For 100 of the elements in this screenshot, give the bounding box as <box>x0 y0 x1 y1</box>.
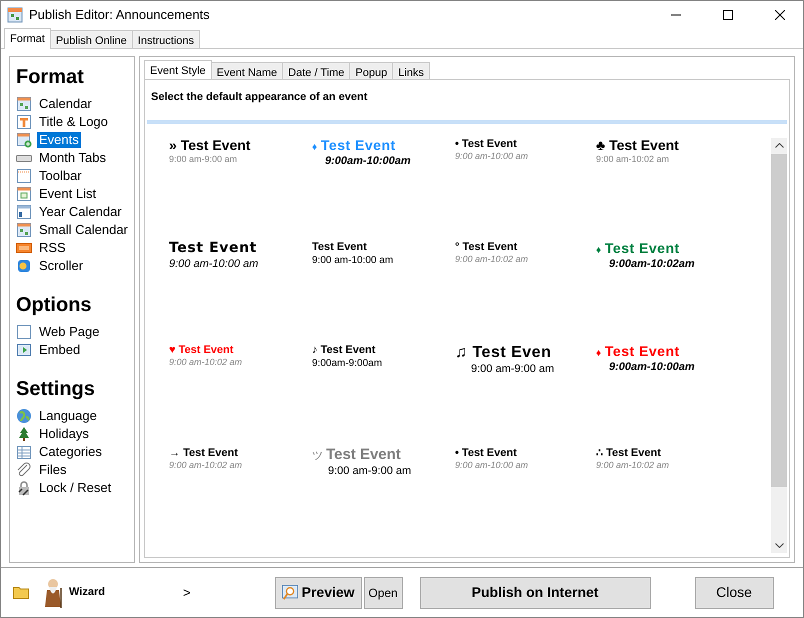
bullet-mark: ♦ <box>596 244 603 256</box>
preview-button[interactable]: Preview <box>274 576 362 608</box>
event-time: 9:00 am-10:00 am <box>169 256 258 272</box>
event-time: 9:00 am-10:02 am <box>596 458 670 472</box>
event-time: 9:00 am-9:00 am <box>169 152 238 166</box>
letter-tile-icon <box>16 114 32 130</box>
sidebar-item[interactable]: Web Page <box>37 324 102 340</box>
next-arrow[interactable]: > <box>182 582 191 602</box>
calendar-plus-icon <box>16 132 32 148</box>
sidebar-item[interactable]: Events <box>37 132 81 148</box>
event-title[interactable]: ♪ Test Event <box>312 344 376 356</box>
tab[interactable]: Date / Time <box>282 62 350 79</box>
tab[interactable]: Links <box>392 62 430 79</box>
event-time: 9:00am-9:00am <box>312 356 382 371</box>
event-title[interactable]: ∴ Test Event <box>596 446 661 459</box>
bullet-mark: ♣ <box>596 136 606 152</box>
event-title[interactable]: ♥ Test Event <box>169 344 234 356</box>
sidebar-item[interactable]: Toolbar <box>37 168 84 184</box>
close-button[interactable]: Close <box>694 576 774 608</box>
tab[interactable]: Popup <box>349 62 394 79</box>
page-icon <box>16 324 32 340</box>
open-button[interactable]: Open <box>364 576 403 608</box>
bullet-mark: ♪ <box>312 344 318 356</box>
bullet-mark: ♦ <box>596 348 603 358</box>
section-heading: Settings <box>16 379 96 399</box>
event-title[interactable]: Test Event <box>169 240 257 256</box>
sidebar-item[interactable]: Categories <box>37 444 104 460</box>
tab[interactable]: Publish Online <box>50 30 133 48</box>
event-title[interactable]: ツ Test Event <box>312 446 401 463</box>
scroll-thumb[interactable] <box>771 154 787 486</box>
event-time: 9:00 am-10:02 am <box>455 252 528 266</box>
app-icon <box>7 7 23 23</box>
sidebar-item[interactable]: Files <box>37 462 68 478</box>
calendar-icon <box>16 96 32 112</box>
sidebar-item[interactable]: Title & Logo <box>37 114 110 130</box>
event-title[interactable]: ♦ Test Event <box>596 344 680 359</box>
scrollbar[interactable] <box>771 138 787 553</box>
event-title[interactable]: ♣ Test Event <box>596 138 679 153</box>
bullet-mark: » <box>169 136 178 152</box>
calendar-page-icon <box>16 186 32 202</box>
event-time: 9:00 am-10:02 am <box>169 356 242 369</box>
event-time: 9:00am-10:02am <box>608 256 695 272</box>
bullet-mark: • <box>455 138 460 150</box>
tab[interactable]: Event Style <box>144 60 212 80</box>
calendar-icon <box>16 222 32 238</box>
event-time: 9:00 am-10:00 am <box>312 254 394 268</box>
sidebar-item[interactable]: Month Tabs <box>37 150 108 166</box>
sidebar-item[interactable]: Lock / Reset <box>37 480 114 496</box>
instruction-text: Select the default appearance of an event <box>150 90 368 105</box>
event-title[interactable]: → Test Event <box>169 446 238 459</box>
scroll-down-icon[interactable] <box>774 542 784 548</box>
section-heading: Format <box>16 67 85 87</box>
section-heading: Options <box>16 295 93 315</box>
event-title[interactable]: Test Event <box>312 240 367 253</box>
event-time: 9:00am-10:00am <box>608 360 695 375</box>
sidebar-item[interactable]: Language <box>37 408 99 424</box>
scroll-up-icon[interactable] <box>774 143 784 148</box>
feed-icon <box>16 240 32 256</box>
event-title[interactable]: • Test Event <box>455 138 517 150</box>
sidebar-item[interactable]: Calendar <box>37 96 94 112</box>
event-time: 9:00 am-9:00 am <box>327 464 412 479</box>
publish-button[interactable]: Publish on Internet <box>420 576 651 608</box>
paperclip-icon <box>16 462 32 478</box>
wizard-figure-icon <box>43 578 63 608</box>
tab[interactable]: Instructions <box>132 30 200 48</box>
maximize-icon <box>723 10 733 20</box>
sidebar-item[interactable]: Scroller <box>37 258 86 274</box>
bullet-mark: ♫ <box>455 344 468 360</box>
tab[interactable]: Event Name <box>210 62 284 79</box>
bullet-mark: ∴ <box>596 446 604 458</box>
sidebar-item[interactable]: Embed <box>37 342 82 358</box>
bullet-mark: ツ <box>312 450 324 462</box>
event-time: 9:00 am-10:00 am <box>455 458 528 472</box>
wizard-label: Wizard <box>69 585 105 600</box>
bullet-mark: → <box>169 446 181 458</box>
embed-icon <box>16 342 32 358</box>
sidebar-item[interactable]: Small Calendar <box>37 222 130 238</box>
event-title[interactable]: ♦ Test Event <box>596 240 680 256</box>
table-icon <box>16 444 32 460</box>
sidebar-item[interactable]: Year Calendar <box>37 204 124 220</box>
sidebar-item[interactable]: Holidays <box>37 426 91 442</box>
event-time: 9:00am-10:00am <box>324 154 411 169</box>
event-title[interactable]: ♫ Test Even <box>455 344 552 362</box>
event-time: 9:00 am-10:02 am <box>169 458 242 472</box>
magnifier-icon <box>282 584 298 602</box>
bullet-mark: ♥ <box>169 344 177 356</box>
event-title[interactable]: ° Test Event <box>455 240 518 253</box>
event-title[interactable]: • Test Event <box>455 446 517 459</box>
event-title[interactable]: » Test Event <box>169 138 250 153</box>
sidebar-item[interactable]: Event List <box>37 186 98 202</box>
folder-icon[interactable] <box>13 586 29 599</box>
bullet-mark: ♦ <box>312 142 319 152</box>
tree-icon <box>16 426 32 442</box>
scroll-icon <box>16 258 32 274</box>
event-time: 9:00 am-10:00 am <box>455 150 528 163</box>
panel-icon <box>16 204 32 220</box>
tab[interactable]: Format <box>4 28 51 49</box>
sidebar-item[interactable]: RSS <box>37 240 68 256</box>
bullet-mark: ° <box>455 240 460 252</box>
close-icon <box>775 10 785 20</box>
